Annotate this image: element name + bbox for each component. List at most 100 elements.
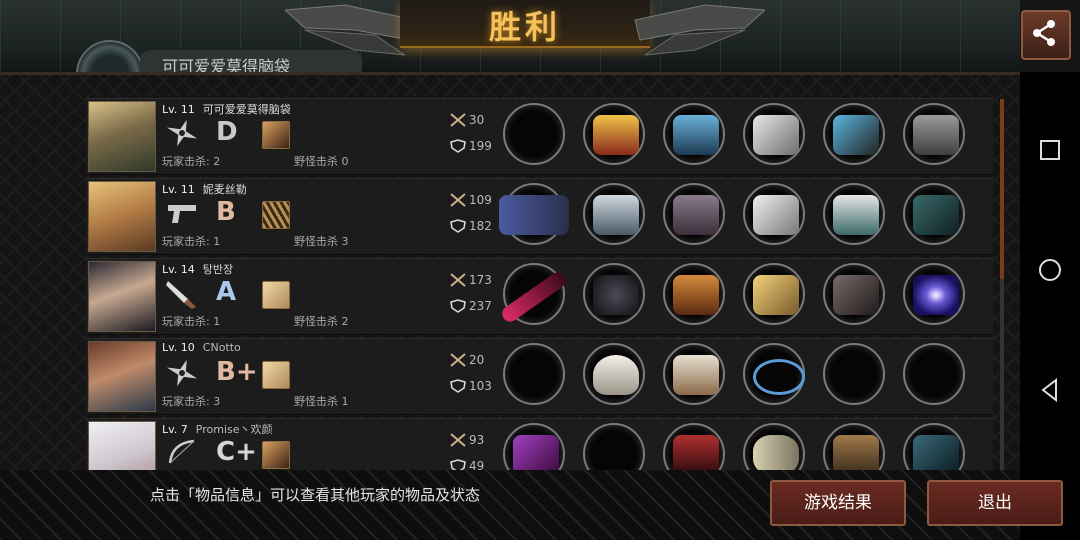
scrollbar[interactable]	[1000, 99, 1004, 474]
item-slot[interactable]	[823, 103, 885, 165]
exit-button[interactable]: 退出	[927, 480, 1063, 526]
defense-stat: 103	[450, 379, 492, 393]
gauntlet-icon	[833, 275, 879, 315]
mask-icon	[593, 355, 639, 395]
player-name: CNotto	[202, 341, 241, 354]
defense-stat: 237	[450, 299, 492, 313]
attack-stat: 20	[450, 353, 484, 367]
item-slot[interactable]	[583, 183, 645, 245]
player-avatar	[88, 261, 156, 332]
game-results-button[interactable]: 游戏结果	[770, 480, 906, 526]
black-helmet-icon	[593, 275, 639, 315]
item-slot-empty[interactable]	[503, 103, 565, 165]
player-row[interactable]: Lv. 10 CNotto B+ 玩家击杀: 3 野怪击杀 1 20 103	[86, 338, 993, 415]
chest-armor-icon	[913, 115, 959, 155]
player-level: Lv. 10	[162, 341, 195, 354]
scroll-thumb[interactable]	[1000, 99, 1004, 279]
grade-label: A	[216, 277, 237, 307]
item-slot[interactable]	[663, 343, 725, 405]
item-slot[interactable]	[743, 343, 805, 405]
item-slot[interactable]	[663, 263, 725, 325]
swords-icon	[450, 353, 466, 367]
swords-icon	[450, 193, 466, 207]
item-slot[interactable]	[583, 343, 645, 405]
player-name: 可可爱爱莫得脑袋	[202, 103, 291, 116]
grade-label: B	[216, 197, 236, 227]
item-slots	[503, 103, 983, 165]
player-row[interactable]: Lv. 11 可可爱爱莫得脑袋 D 玩家击杀: 2 野怪击杀 0 30 199	[86, 98, 993, 175]
item-slot[interactable]	[903, 103, 965, 165]
revolver-icon	[499, 195, 569, 235]
grade-label: D	[216, 117, 238, 147]
page-title: 胜利	[488, 8, 561, 46]
title-plate: 胜利	[400, 0, 650, 48]
item-slot-empty[interactable]	[823, 343, 885, 405]
shield-icon	[450, 379, 466, 393]
item-slots	[503, 343, 983, 405]
character-buff-icon	[262, 201, 290, 229]
item-slot[interactable]	[499, 263, 569, 325]
swords-icon	[450, 433, 466, 447]
player-kills: 玩家击杀: 1	[162, 315, 221, 328]
player-kills: 玩家击杀: 1	[162, 235, 221, 248]
red-sword-icon	[499, 269, 569, 325]
bow-icon	[168, 439, 195, 464]
item-slot[interactable]	[743, 183, 805, 245]
item-slot[interactable]	[743, 263, 805, 325]
item-slot[interactable]	[663, 183, 725, 245]
monster-kills: 野怪击杀 3	[294, 235, 349, 248]
blade-icon	[753, 115, 799, 155]
sneakers-icon	[833, 195, 879, 235]
swords-icon	[450, 113, 466, 127]
body-armor-icon	[673, 195, 719, 235]
shield-icon	[450, 299, 466, 313]
shield-icon	[450, 219, 466, 233]
red-armor-icon	[673, 435, 719, 475]
galaxy-icon	[913, 275, 959, 315]
scope-icon	[913, 195, 959, 235]
item-slot[interactable]	[583, 263, 645, 325]
defense-stat: 182	[450, 219, 492, 233]
home-button[interactable]	[1038, 258, 1062, 282]
attack-stat: 30	[450, 113, 484, 127]
item-slots	[499, 183, 983, 245]
item-slot[interactable]	[583, 103, 645, 165]
system-nav-bar	[1020, 72, 1080, 540]
armor-helmet-icon	[673, 115, 719, 155]
player-kills: 玩家击杀: 2	[162, 155, 221, 168]
bottom-bar: 点击「物品信息」可以查看其他玩家的物品及状态 游戏结果 退出	[0, 470, 1063, 540]
boots-icon	[833, 115, 879, 155]
recent-apps-button[interactable]	[1038, 138, 1062, 162]
item-slot-empty[interactable]	[503, 343, 565, 405]
player-level: Lv. 11	[162, 103, 195, 116]
player-row[interactable]: Lv. 14 탕반장 A 玩家击杀: 1 野怪击杀 2 173 237	[86, 258, 993, 335]
item-slot[interactable]	[823, 263, 885, 325]
item-slot[interactable]	[903, 183, 965, 245]
back-button[interactable]	[1038, 378, 1062, 402]
crown-icon	[593, 115, 639, 155]
item-slot[interactable]	[743, 103, 805, 165]
capsule-icon	[753, 435, 799, 475]
share-button[interactable]	[1021, 10, 1071, 60]
hint-text: 点击「物品信息」可以查看其他玩家的物品及状态	[150, 486, 481, 504]
blade-icon	[753, 195, 799, 235]
knight-helmet-icon	[593, 195, 639, 235]
share-icon	[1033, 20, 1055, 46]
player-row[interactable]: Lv. 11 妮麦丝勒 B 玩家击杀: 1 野怪击杀 3 109 182	[86, 178, 993, 255]
white-armor-icon	[673, 355, 719, 395]
shuriken-icon	[166, 119, 198, 147]
shuriken-icon	[166, 359, 198, 387]
item-slot[interactable]	[663, 103, 725, 165]
swords-icon	[450, 273, 466, 287]
gold-shield-icon	[753, 275, 799, 315]
knife-icon	[166, 281, 196, 309]
item-slot[interactable]	[499, 183, 569, 245]
player-kills: 玩家击杀: 3	[162, 395, 221, 408]
item-slot[interactable]	[903, 263, 965, 325]
grade-label: B+	[216, 357, 258, 387]
item-slot-empty[interactable]	[903, 343, 965, 405]
item-slot[interactable]	[823, 183, 885, 245]
attack-stat: 109	[450, 193, 492, 207]
right-wing-icon	[634, 4, 765, 56]
player-avatar	[88, 181, 156, 252]
